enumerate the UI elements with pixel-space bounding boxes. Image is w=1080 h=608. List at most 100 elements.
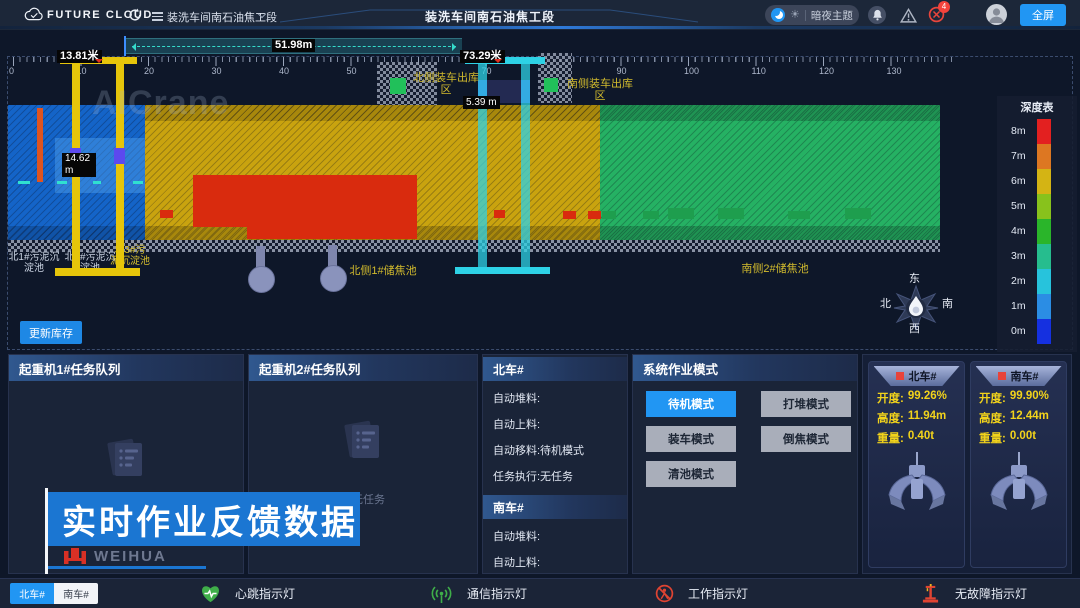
work-off-icon — [655, 584, 674, 603]
indicator-1: 心跳指示灯 — [200, 584, 295, 603]
height-label: 高度: — [979, 410, 1006, 426]
status-line: 自动上料: — [483, 549, 627, 575]
deep-spot — [494, 210, 505, 218]
alarm-badge: 4 — [938, 1, 950, 13]
depth-color-chip — [1037, 194, 1051, 219]
moon-icon[interactable] — [771, 8, 785, 22]
theme-label: 暗夜主题 — [811, 8, 853, 23]
north-crane-card: 北车# 开度:99.26% 高度:11.94m 重量:0.40t — [868, 361, 965, 568]
status-line: 自动堆料: — [483, 385, 627, 411]
zone-marker — [544, 78, 558, 92]
mode-button-2[interactable]: 打堆模式 — [761, 391, 851, 417]
height-value: 12.44m — [1010, 410, 1049, 426]
mode-button-3[interactable]: 装车模式 — [646, 426, 736, 452]
sun-icon[interactable]: ☀ — [790, 8, 800, 22]
deep-red-block — [193, 175, 417, 227]
north-crane-ribbon: 北车# — [874, 366, 960, 386]
ruler-tick-label: 100 — [684, 66, 699, 76]
deep-red-block — [247, 226, 417, 239]
crane1-bridge-bottom — [55, 268, 140, 276]
depth-row: 8m — [997, 119, 1077, 144]
toggle-north-button[interactable]: 北车# — [10, 583, 54, 604]
weihua-mark-icon — [62, 547, 88, 565]
deep-spot — [563, 211, 576, 219]
marker — [18, 181, 30, 184]
height-value: 11.94m — [908, 410, 946, 426]
vehicle-toggle: 北车# 南车# — [10, 583, 98, 604]
depth-row: 3m — [997, 244, 1077, 269]
weight-label: 重量: — [979, 430, 1006, 446]
depth-color-chip — [1037, 269, 1051, 294]
depth-row: 5m — [997, 194, 1077, 219]
mode-button-4[interactable]: 倒焦模式 — [761, 426, 851, 452]
ruler-tick-label: 0 — [9, 66, 14, 76]
toggle-south-button[interactable]: 南车# — [54, 583, 98, 604]
depth-tick-label: 2m — [1011, 269, 1037, 294]
update-inventory-button[interactable]: 更新库存 — [20, 321, 82, 344]
heartbeat-icon — [200, 584, 221, 603]
status-line: 自动堆料: — [483, 523, 627, 549]
indicator-4: 无故障指示灯 — [920, 584, 1027, 603]
ruler-tick-label: 30 — [212, 66, 222, 76]
compass: 东 北 南 西 — [880, 270, 952, 342]
bell-icon[interactable] — [868, 6, 886, 24]
depth-tick-label: 4m — [1011, 219, 1037, 244]
empty-doc-icon — [249, 417, 477, 468]
open-label: 开度: — [877, 390, 904, 406]
refresh-icon[interactable] — [128, 8, 142, 27]
depth-color-chip — [1037, 244, 1051, 269]
indicator-label: 心跳指示灯 — [235, 585, 295, 602]
north-pool-label: 北侧1#储焦池 — [338, 265, 428, 277]
theme-toggle[interactable]: ☀ 暗夜主题 — [765, 5, 859, 25]
south-crane-card: 南车# 开度:99.90% 高度:12.44m 重量:0.00t — [970, 361, 1067, 568]
crane2-leg — [478, 60, 487, 268]
weight-value: 0.40t — [908, 430, 934, 446]
measure-start-line — [124, 36, 126, 56]
depth-scale-title: 深度表 — [997, 99, 1077, 115]
deep-spot — [160, 210, 173, 218]
open-value: 99.26% — [908, 390, 947, 406]
banner-accent-bar — [45, 488, 48, 574]
marker — [57, 181, 67, 184]
indicator-3: 工作指示灯 — [655, 584, 748, 603]
page-title: 装洗车间南石油焦工段 — [380, 8, 600, 25]
ruler-major-ticks — [13, 57, 893, 66]
depth-row: 7m — [997, 144, 1077, 169]
depth-rows: 8m7m6m5m4m3m2m1m0m — [997, 119, 1077, 344]
crane2-bridge-bottom — [455, 267, 550, 274]
depth-color-chip — [1037, 169, 1051, 194]
crane-fault-icon — [920, 584, 941, 603]
depth-tick-label: 8m — [1011, 119, 1037, 144]
weihua-text: WEIHUA — [94, 548, 167, 565]
depth-color-chip — [1037, 319, 1051, 344]
mode-button-5[interactable]: 清池模式 — [646, 461, 736, 487]
feedback-banner: 实时作业反馈数据 — [48, 492, 360, 546]
fullscreen-button[interactable]: 全屏 — [1020, 4, 1066, 26]
marker — [133, 181, 143, 184]
south-exit-label: 南侧装车出库区 — [567, 78, 633, 102]
avatar[interactable] — [986, 4, 1007, 25]
pillar — [248, 266, 275, 293]
menu-icon[interactable] — [152, 10, 163, 23]
ruler-tick-label: 120 — [819, 66, 834, 76]
indicator-label: 无故障指示灯 — [955, 585, 1027, 602]
mode-button-1[interactable]: 待机模式 — [646, 391, 736, 417]
status-line: 任务执行:无任务 — [483, 463, 627, 489]
compass-east: 东 — [909, 270, 920, 286]
system-mode-header: 系统作业模式 — [633, 355, 857, 381]
queue1-header: 起重机1#任务队列 — [9, 355, 243, 381]
depth-row: 2m — [997, 269, 1077, 294]
south-crane-title: 南车# — [1010, 368, 1038, 384]
south-pool-label: 南侧2#储焦池 — [730, 263, 820, 275]
topbar-accent-line — [0, 26, 1080, 29]
warning-icon[interactable] — [900, 8, 917, 28]
weight-value: 0.00t — [1010, 430, 1036, 446]
north-crane-title: 北车# — [908, 368, 936, 384]
depth-tick-label: 3m — [1011, 244, 1037, 269]
depth-row: 0m — [997, 319, 1077, 344]
crane2-gap-label: 5.39 m — [463, 96, 500, 109]
depth-color-chip — [1037, 219, 1051, 244]
weight-label: 重量: — [877, 430, 904, 446]
compass-west: 西 — [909, 320, 920, 336]
map-spot — [602, 211, 616, 219]
